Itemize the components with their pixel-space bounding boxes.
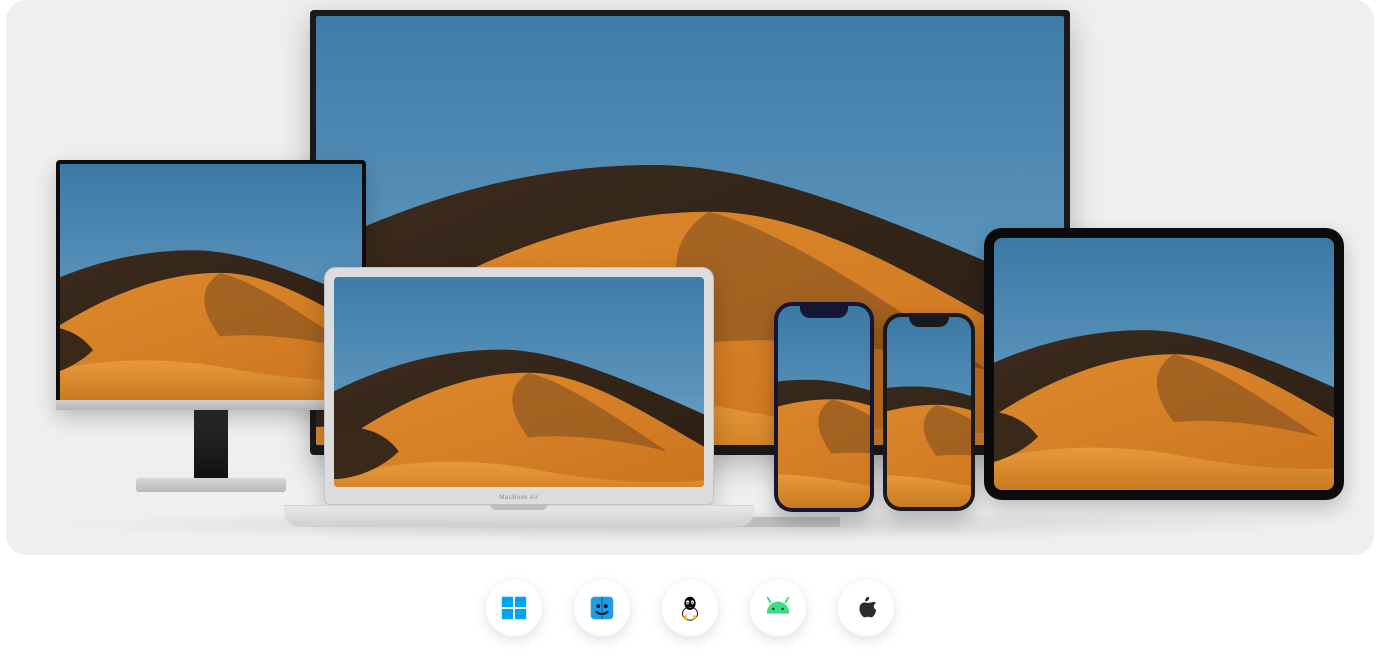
device-stage: MacBook Air (6, 0, 1374, 555)
apple-icon (851, 593, 881, 623)
device-phone-small (883, 313, 975, 511)
badge-macos (574, 580, 630, 636)
phone2-screen (887, 317, 971, 507)
finder-icon (587, 593, 617, 623)
badge-linux (662, 580, 718, 636)
badge-windows (486, 580, 542, 636)
linux-tux-icon (675, 593, 705, 623)
badge-android (750, 580, 806, 636)
device-phone-large (774, 302, 874, 512)
wallpaper-icon (334, 277, 704, 487)
android-icon (763, 593, 793, 623)
wallpaper-icon (994, 238, 1334, 490)
laptop-screen (334, 277, 704, 487)
tablet-screen (994, 238, 1334, 490)
wallpaper-icon (887, 317, 971, 507)
device-laptop: MacBook Air (284, 267, 754, 527)
windows-icon (499, 593, 529, 623)
phone1-screen (778, 306, 870, 508)
badge-ios (838, 580, 894, 636)
platform-badges (0, 580, 1380, 636)
hero-panel: MacBook Air (6, 0, 1374, 555)
device-tablet (984, 228, 1344, 500)
laptop-model-label: MacBook Air (284, 495, 754, 501)
wallpaper-icon (778, 306, 870, 508)
